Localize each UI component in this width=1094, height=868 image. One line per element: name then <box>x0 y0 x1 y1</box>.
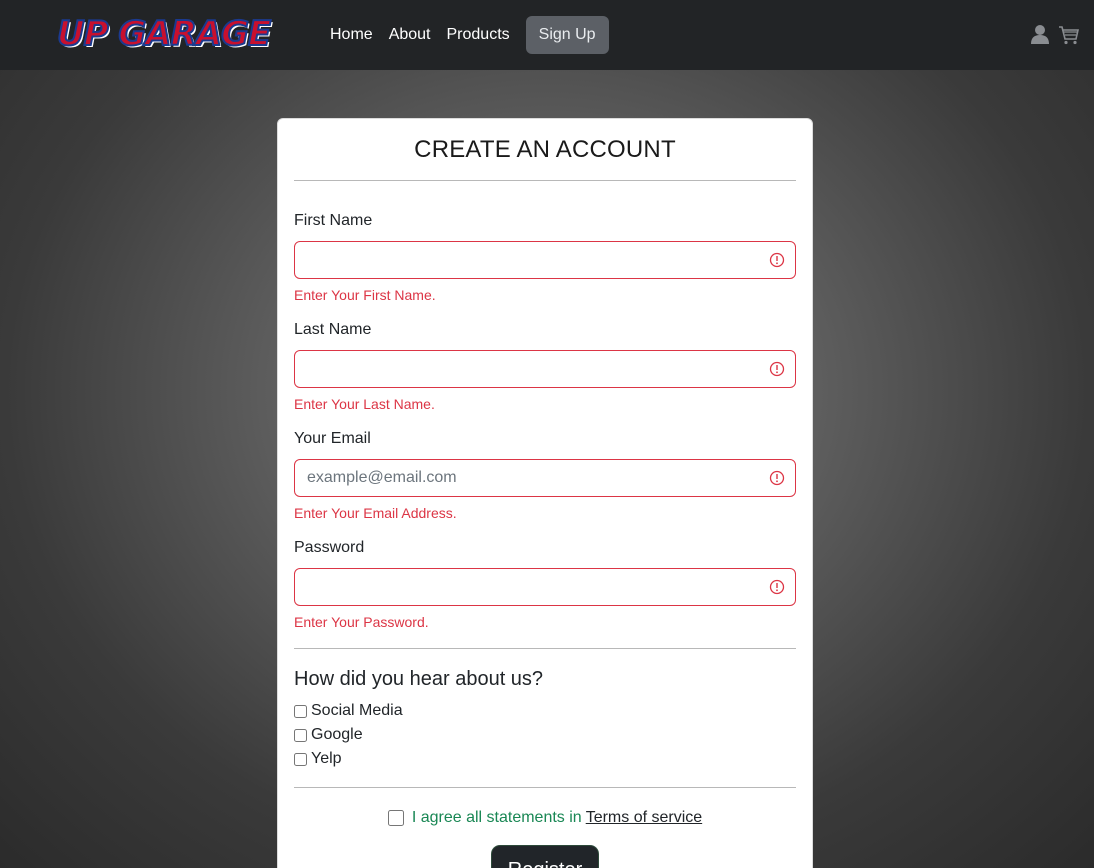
password-error: Enter Your Password. <box>294 614 429 630</box>
terms-agreement: I agree all statements in Terms of servi… <box>294 808 796 828</box>
email-error: Enter Your Email Address. <box>294 505 457 521</box>
signup-card: CREATE AN ACCOUNT First Name Enter Your … <box>277 118 813 868</box>
password-label: Password <box>294 539 365 556</box>
last-name-input[interactable] <box>295 351 795 387</box>
nav-home-link[interactable]: Home <box>322 16 381 54</box>
form-title: CREATE AN ACCOUNT <box>414 136 676 163</box>
first-name-label: First Name <box>294 212 373 229</box>
error-icon <box>769 579 785 595</box>
nav-products-link[interactable]: Products <box>439 16 518 54</box>
nav-icons <box>1030 24 1079 46</box>
option-label: Google <box>311 726 363 743</box>
first-name-input-wrap <box>294 241 796 279</box>
password-input[interactable] <box>295 569 795 605</box>
nav-links: Home About Products Sign Up <box>322 16 609 54</box>
last-name-group: Last Name Enter Your Last Name. <box>294 320 796 412</box>
register-button[interactable]: Register <box>492 846 598 868</box>
password-input-wrap <box>294 568 796 606</box>
email-input[interactable] <box>295 460 795 496</box>
option-yelp[interactable]: Yelp <box>294 747 796 771</box>
option-social-media[interactable]: Social Media <box>294 699 796 723</box>
terms-checkbox[interactable] <box>387 810 404 826</box>
last-name-input-wrap <box>294 350 796 388</box>
option-google[interactable]: Google <box>294 723 796 747</box>
terms-of-service-link[interactable]: Terms of service <box>586 809 702 827</box>
hear-about-title: How did you hear about us? <box>294 668 544 690</box>
option-label: Social Media <box>311 702 403 719</box>
last-name-error: Enter Your Last Name. <box>294 396 435 412</box>
user-icon[interactable] <box>1030 24 1050 46</box>
social-media-checkbox[interactable] <box>294 704 307 718</box>
password-group: Password Enter Your Password. <box>294 538 796 630</box>
email-group: Your Email Enter Your Email Address. <box>294 429 796 521</box>
agree-text: I agree all statements in <box>411 809 582 826</box>
last-name-label: Last Name <box>294 321 372 338</box>
google-checkbox[interactable] <box>294 728 307 742</box>
email-input-wrap <box>294 459 796 497</box>
top-navbar: UP GARAGE Home About Products Sign Up <box>0 0 1094 70</box>
nav-signup-button[interactable]: Sign Up <box>525 16 609 54</box>
yelp-checkbox[interactable] <box>294 752 307 766</box>
first-name-input[interactable] <box>295 242 795 278</box>
divider <box>294 180 796 181</box>
first-name-error: Enter Your First Name. <box>294 287 436 303</box>
error-icon <box>769 252 785 268</box>
option-label: Yelp <box>311 750 342 767</box>
divider <box>294 648 796 649</box>
first-name-group: First Name Enter Your First Name. <box>294 211 796 303</box>
divider <box>294 787 796 788</box>
nav-about-link[interactable]: About <box>381 16 439 54</box>
brand-logo[interactable]: UP GARAGE <box>56 13 272 55</box>
error-icon <box>769 361 785 377</box>
error-icon <box>769 470 785 486</box>
email-label: Your Email <box>294 430 371 447</box>
cart-icon[interactable] <box>1058 24 1079 46</box>
hear-about-options: Social Media Google Yelp <box>294 699 796 771</box>
